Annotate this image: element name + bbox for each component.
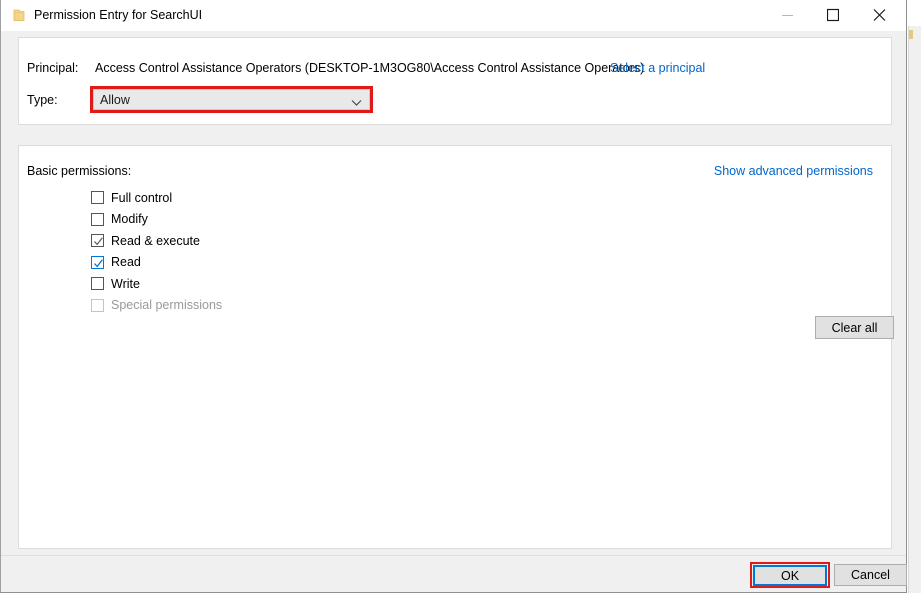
checkmark-icon bbox=[94, 259, 103, 268]
permission-label: Read bbox=[111, 255, 141, 270]
select-a-principal-link[interactable]: Select a principal bbox=[610, 61, 705, 75]
permission-row-modify[interactable]: Modify bbox=[91, 209, 491, 231]
close-icon[interactable] bbox=[856, 0, 902, 30]
permission-entry-dialog: Permission Entry for SearchUI Principal:… bbox=[0, 0, 907, 593]
permission-row-read[interactable]: Read bbox=[91, 252, 491, 274]
basic-permissions-label: Basic permissions: bbox=[27, 164, 132, 178]
type-selected-value: Allow bbox=[100, 93, 130, 107]
checkbox-full-control[interactable] bbox=[91, 191, 104, 205]
ok-button[interactable]: OK bbox=[753, 565, 827, 586]
principal-value: Access Control Assistance Operators (DES… bbox=[95, 61, 645, 75]
show-advanced-permissions-link[interactable]: Show advanced permissions bbox=[714, 164, 873, 178]
checkbox-write[interactable] bbox=[91, 277, 104, 291]
background-window-icon bbox=[909, 30, 913, 39]
permission-row-write[interactable]: Write bbox=[91, 273, 491, 295]
title-bar: Permission Entry for SearchUI bbox=[1, 0, 906, 31]
folder-icon bbox=[12, 8, 27, 23]
checkbox-modify[interactable] bbox=[91, 212, 104, 226]
permission-row-special-permissions: Special permissions bbox=[91, 295, 491, 317]
principal-label: Principal: bbox=[27, 61, 79, 75]
ok-highlight-box: OK bbox=[750, 562, 830, 588]
footer-separator bbox=[1, 555, 906, 556]
type-label: Type: bbox=[27, 93, 58, 107]
permissions-list: Full control Modify Read & execute Read … bbox=[91, 187, 491, 316]
permissions-panel: Basic permissions: Show advanced permiss… bbox=[18, 145, 894, 549]
checkbox-read[interactable] bbox=[91, 255, 104, 269]
permission-row-full-control[interactable]: Full control bbox=[91, 187, 491, 209]
permission-label: Special permissions bbox=[111, 298, 223, 313]
type-dropdown[interactable]: Allow bbox=[93, 89, 370, 110]
checkbox-special-permissions bbox=[91, 298, 104, 312]
type-highlight-box: Allow bbox=[90, 86, 373, 113]
minimize-icon[interactable] bbox=[764, 0, 810, 30]
background-window-strip bbox=[908, 0, 921, 593]
chevron-down-icon bbox=[351, 96, 362, 110]
maximize-icon[interactable] bbox=[810, 0, 856, 30]
permission-label: Read & execute bbox=[111, 233, 200, 248]
background-window-titlebar bbox=[908, 0, 921, 26]
permission-label: Full control bbox=[111, 190, 173, 205]
cancel-button[interactable]: Cancel bbox=[834, 564, 907, 586]
principal-panel: Principal: Access Control Assistance Ope… bbox=[18, 37, 892, 125]
checkmark-icon bbox=[94, 237, 103, 246]
permission-label: Modify bbox=[111, 212, 148, 227]
clear-all-button[interactable]: Clear all bbox=[815, 316, 894, 339]
window-title: Permission Entry for SearchUI bbox=[34, 8, 203, 22]
checkbox-read-execute[interactable] bbox=[91, 234, 104, 248]
background-window-body bbox=[908, 26, 921, 593]
permission-row-read-execute[interactable]: Read & execute bbox=[91, 230, 491, 252]
permission-label: Write bbox=[111, 276, 140, 291]
